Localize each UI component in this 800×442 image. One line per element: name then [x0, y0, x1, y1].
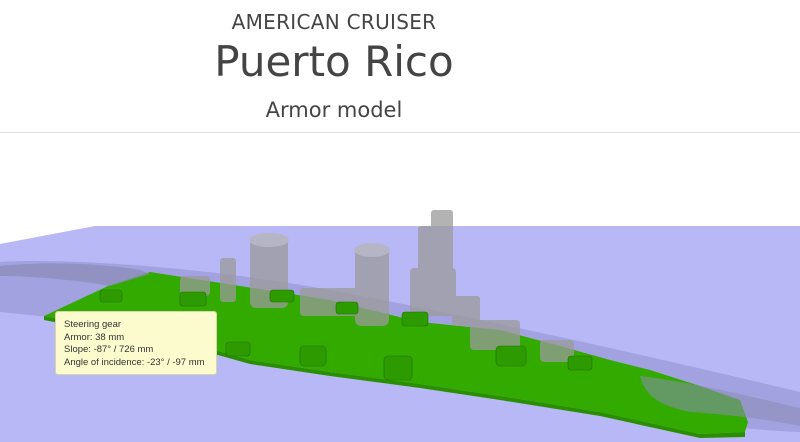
ghost-funnel-left-cap [249, 233, 289, 247]
tooltip-slope-value: Slope: -87° / 726 mm [64, 344, 154, 355]
turret-aft-3[interactable] [567, 355, 593, 371]
turret-aft-1[interactable] [383, 355, 413, 381]
ghost-funnel-mid-cap [354, 243, 390, 257]
turret-fwd-1[interactable] [99, 289, 123, 303]
armor-3d-viewport[interactable] [0, 133, 800, 442]
model-type-subtitle: Armor model [265, 98, 403, 122]
armor-viewer-page: AMERICAN CRUISER Puerto Rico Armor model [0, 0, 800, 442]
tooltip-armor-value: Armor: 38 mm [64, 331, 125, 343]
tooltip-angle-value: Angle of incidence: -23° / -97 mm [64, 356, 205, 368]
tooltip-part-name: Steering gear [64, 319, 122, 330]
ship-class-label: AMERICAN CRUISER [231, 10, 437, 34]
ghost-tower-base [410, 268, 456, 316]
turret-fwd-4[interactable] [335, 301, 359, 315]
ghost-mast-left [220, 258, 236, 302]
turret-fwd-3[interactable] [269, 289, 295, 303]
armor-info-tooltip: Steering gear Armor: 38 mm Slope: -87° /… [55, 311, 217, 375]
turret-fwd-2[interactable] [179, 291, 207, 307]
ghost-aft-house [470, 320, 520, 350]
ship-name-title: Puerto Rico [214, 37, 454, 86]
page-header: AMERICAN CRUISER Puerto Rico Armor model [0, 0, 800, 133]
turret-aft-2[interactable] [495, 345, 527, 367]
ghost-deckhouse [300, 288, 370, 316]
turret-mid-2[interactable] [225, 341, 251, 357]
turret-mid-1[interactable] [401, 311, 429, 327]
ghost-tower-top [431, 210, 453, 272]
turret-mid-3[interactable] [299, 345, 327, 367]
